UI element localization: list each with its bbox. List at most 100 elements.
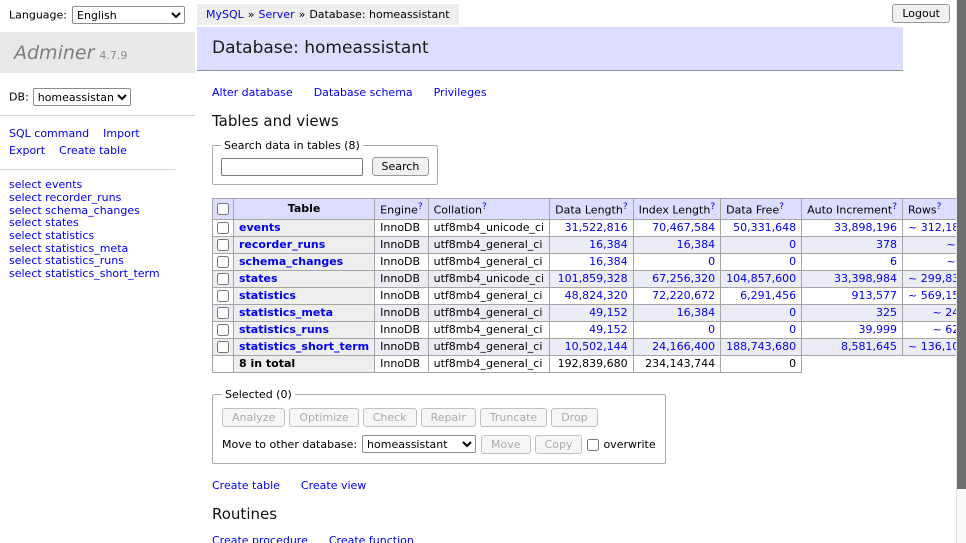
sidebar-link-select-statistics[interactable]: select statistics	[9, 230, 186, 243]
row-checkbox[interactable]	[217, 324, 229, 336]
collation-cell: utf8mb4_general_ci	[428, 304, 549, 321]
truncate-button[interactable]: Truncate	[480, 408, 547, 427]
column-help-link[interactable]: ?	[482, 202, 487, 212]
data-length-link[interactable]: 16,384	[555, 239, 627, 251]
search-button[interactable]: Search	[372, 157, 430, 176]
row-checkbox[interactable]	[217, 290, 229, 302]
sidebar-action-export[interactable]: Export	[9, 142, 45, 159]
link-create-function[interactable]: Create function	[329, 534, 414, 543]
row-checkbox[interactable]	[217, 307, 229, 319]
row-checkbox[interactable]	[217, 341, 229, 353]
data-free-link[interactable]: 188,743,680	[726, 341, 796, 353]
sidebar-action-import[interactable]: Import	[103, 125, 140, 142]
table-name-link[interactable]: events	[239, 221, 281, 234]
index-length-link[interactable]: 0	[639, 256, 716, 268]
data-free-link[interactable]: 0	[726, 324, 796, 336]
auto-increment-link[interactable]: 39,999	[807, 324, 897, 336]
auto-increment-link[interactable]: 913,577	[807, 290, 897, 302]
auto-increment-link[interactable]: 378	[807, 239, 897, 251]
breadcrumb-item-mysql[interactable]: MySQL	[206, 8, 244, 21]
index-length-link[interactable]: 24,166,400	[639, 341, 716, 353]
sidebar-action-create-table[interactable]: Create table	[59, 142, 127, 159]
table-name-link[interactable]: statistics_meta	[239, 306, 333, 319]
db-link-alter-database[interactable]: Alter database	[212, 86, 293, 99]
repair-button[interactable]: Repair	[421, 408, 476, 427]
column-help-link[interactable]: ?	[623, 202, 628, 212]
move-button[interactable]: Move	[481, 435, 531, 454]
sidebar-action-sql-command[interactable]: SQL command	[9, 125, 89, 142]
overwrite-checkbox[interactable]	[587, 439, 599, 451]
sidebar-link-select-recorder-runs[interactable]: select recorder_runs	[9, 192, 186, 205]
table-name-link[interactable]: statistics_short_term	[239, 340, 369, 353]
column-help-link[interactable]: ?	[779, 202, 784, 212]
move-db-select[interactable]: homeassistant	[362, 435, 476, 453]
link-create-view[interactable]: Create view	[301, 479, 366, 492]
index-length-link[interactable]: 67,256,320	[639, 273, 716, 285]
column-help-link[interactable]: ?	[892, 202, 897, 212]
engine-cell: InnoDB	[375, 338, 428, 355]
scrollbar-thumb[interactable]	[957, 0, 966, 489]
sidebar-link-select-statistics-short-term[interactable]: select statistics_short_term	[9, 268, 186, 281]
row-checkbox[interactable]	[217, 273, 229, 285]
table-name-link[interactable]: recorder_runs	[239, 238, 325, 251]
analyze-button[interactable]: Analyze	[222, 408, 285, 427]
data-free-link[interactable]: 6,291,456	[726, 290, 796, 302]
table-name-link[interactable]: statistics_runs	[239, 323, 329, 336]
data-free-link[interactable]: 0	[726, 307, 796, 319]
data-length-link[interactable]: 48,824,320	[555, 290, 627, 302]
scrollbar[interactable]	[956, 0, 966, 543]
copy-button[interactable]: Copy	[535, 435, 583, 454]
auto-increment-link[interactable]: 33,398,984	[807, 273, 897, 285]
link-create-procedure[interactable]: Create procedure	[212, 534, 308, 543]
data-length-link[interactable]: 10,502,144	[555, 341, 627, 353]
db-select[interactable]: homeassistant	[33, 88, 131, 106]
index-length-link[interactable]: 16,384	[639, 239, 716, 251]
db-selector-row: DB:homeassistant	[0, 73, 195, 116]
column-help-link[interactable]: ?	[710, 202, 715, 212]
data-free-link[interactable]: 104,857,600	[726, 273, 796, 285]
sidebar-link-select-states[interactable]: select states	[9, 217, 186, 230]
row-checkbox[interactable]	[217, 256, 229, 268]
drop-button[interactable]: Drop	[551, 408, 597, 427]
column-header-table: Table	[234, 199, 375, 220]
data-length-link[interactable]: 49,152	[555, 324, 627, 336]
auto-increment-link[interactable]: 33,898,196	[807, 222, 897, 234]
table-name-link[interactable]: states	[239, 272, 278, 285]
index-length-link[interactable]: 72,220,672	[639, 290, 716, 302]
db-link-database-schema[interactable]: Database schema	[314, 86, 413, 99]
row-checkbox[interactable]	[217, 222, 229, 234]
search-input[interactable]	[221, 158, 363, 176]
auto-increment-link[interactable]: 6	[807, 256, 897, 268]
data-free-link[interactable]: 50,331,648	[726, 222, 796, 234]
column-header-index-length: Index Length?	[633, 199, 721, 220]
language-select[interactable]: English	[72, 6, 185, 24]
optimize-button[interactable]: Optimize	[289, 408, 358, 427]
auto-increment-link[interactable]: 325	[807, 307, 897, 319]
link-create-table[interactable]: Create table	[212, 479, 280, 492]
select-all-checkbox[interactable]	[217, 203, 229, 215]
search-fieldset: Search data in tables (8) Search	[212, 139, 438, 185]
data-length-link[interactable]: 49,152	[555, 307, 627, 319]
data-length-link[interactable]: 31,522,816	[555, 222, 627, 234]
column-help-link[interactable]: ?	[937, 202, 942, 212]
breadcrumb-item-server[interactable]: Server	[259, 8, 295, 21]
sidebar-link-select-events[interactable]: select events	[9, 179, 186, 192]
total-empty-space	[802, 355, 966, 372]
row-checkbox[interactable]	[217, 239, 229, 251]
table-name-link[interactable]: statistics	[239, 289, 296, 302]
auto-increment-link[interactable]: 8,581,645	[807, 341, 897, 353]
data-length-link[interactable]: 101,859,328	[555, 273, 627, 285]
collation-cell: utf8mb4_general_ci	[428, 287, 549, 304]
table-name-link[interactable]: schema_changes	[239, 255, 343, 268]
data-free-link[interactable]: 0	[726, 256, 796, 268]
collation-cell: utf8mb4_general_ci	[428, 321, 549, 338]
index-length-link[interactable]: 16,384	[639, 307, 716, 319]
index-length-link[interactable]: 70,467,584	[639, 222, 716, 234]
data-length-link[interactable]: 16,384	[555, 256, 627, 268]
index-length-link[interactable]: 0	[639, 324, 716, 336]
check-button[interactable]: Check	[363, 408, 417, 427]
db-link-privileges[interactable]: Privileges	[434, 86, 487, 99]
database-links: Alter database Database schema Privileges	[212, 86, 903, 99]
column-help-link[interactable]: ?	[418, 202, 423, 212]
data-free-link[interactable]: 0	[726, 239, 796, 251]
